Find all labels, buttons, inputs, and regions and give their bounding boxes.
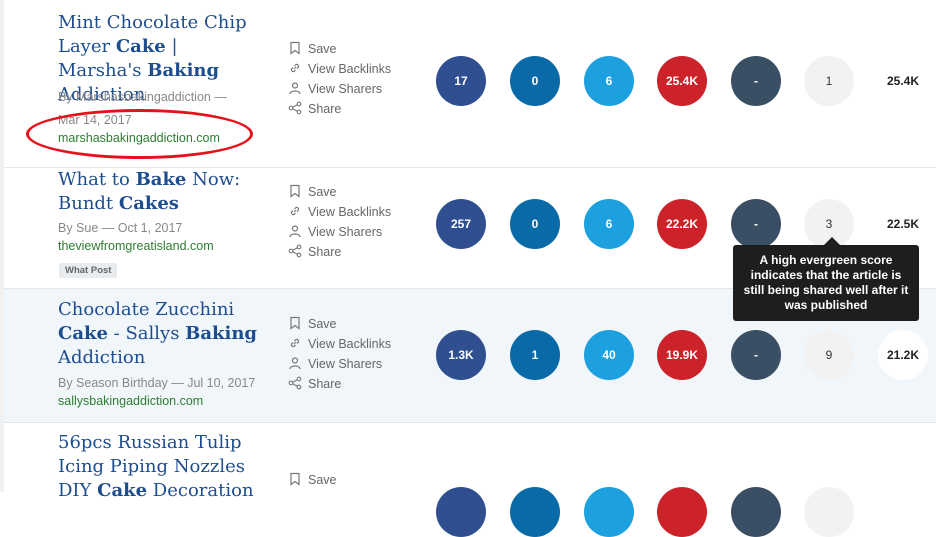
twitter-shares (584, 487, 634, 537)
view-backlinks-button[interactable]: View Backlinks (288, 202, 391, 222)
link-icon (288, 204, 308, 221)
evergreen-score[interactable] (804, 487, 854, 537)
bookmark-icon (288, 472, 308, 489)
article-author-date: By Sue — Oct 1, 2017 (58, 221, 183, 235)
article-domain-link[interactable]: theviewfromgreatisland.com (58, 239, 214, 253)
pinterest-shares: 19.9K (657, 330, 707, 380)
share-button[interactable]: Share (288, 99, 391, 119)
share-icon (288, 244, 308, 261)
view-sharers-button[interactable]: View Sharers (288, 354, 391, 374)
pinterest-shares (657, 487, 707, 537)
bookmark-icon (288, 41, 308, 58)
row-actions: Save View Backlinks View Sharers Share (288, 182, 391, 262)
row-actions: Save View Backlinks View Sharers Share (288, 314, 391, 394)
evergreen-score[interactable]: 1 (804, 56, 854, 106)
share-button[interactable]: Share (288, 374, 391, 394)
user-icon (288, 224, 308, 241)
highlight-annotation-oval (26, 109, 253, 159)
total-engagement: 21.2K (878, 330, 928, 380)
evergreen-tooltip: A high evergreen score indicates that th… (733, 237, 919, 321)
total-engagement: 25.4K (878, 56, 928, 106)
save-button[interactable]: Save (288, 39, 391, 59)
article-title-link[interactable]: Chocolate Zucchini Cake - Sallys Baking … (58, 298, 263, 370)
twitter-shares: 6 (584, 199, 634, 249)
facebook-engagement (436, 487, 486, 537)
row-actions: Save (288, 470, 337, 490)
article-author-date: By Season Birthday — Jul 10, 2017 (58, 376, 256, 390)
share-button[interactable]: Share (288, 242, 391, 262)
article-title-link[interactable]: What to Bake Now: Bundt Cakes (58, 168, 263, 216)
evergreen-score[interactable]: 9 (804, 330, 854, 380)
bookmark-icon (288, 316, 308, 333)
article-author: By Marshasbakingaddiction — (58, 90, 227, 104)
facebook-engagement: 1.3K (436, 330, 486, 380)
save-button[interactable]: Save (288, 314, 391, 334)
reddit-engagement: - (731, 56, 781, 106)
view-sharers-button[interactable]: View Sharers (288, 222, 391, 242)
pinterest-shares: 22.2K (657, 199, 707, 249)
save-button[interactable]: Save (288, 470, 337, 490)
facebook-engagement: 257 (436, 199, 486, 249)
linkedin-shares: 0 (510, 199, 560, 249)
user-icon (288, 81, 308, 98)
linkedin-shares: 0 (510, 56, 560, 106)
share-icon (288, 376, 308, 393)
share-icon (288, 101, 308, 118)
link-icon (288, 61, 308, 78)
view-backlinks-button[interactable]: View Backlinks (288, 59, 391, 79)
what-post-badge[interactable]: What Post (59, 263, 118, 278)
twitter-shares: 40 (584, 330, 634, 380)
linkedin-shares (510, 487, 560, 537)
reddit-engagement: - (731, 330, 781, 380)
facebook-engagement: 17 (436, 56, 486, 106)
user-icon (288, 356, 308, 373)
row-actions: Save View Backlinks View Sharers Share (288, 39, 391, 119)
reddit-engagement: - (731, 199, 781, 249)
pinterest-shares: 25.4K (657, 56, 707, 106)
linkedin-shares: 1 (510, 330, 560, 380)
total-engagement: 22.5K (878, 199, 928, 249)
bookmark-icon (288, 184, 308, 201)
reddit-engagement (731, 487, 781, 537)
article-domain-link[interactable]: sallysbakingaddiction.com (58, 394, 203, 408)
save-button[interactable]: Save (288, 182, 391, 202)
twitter-shares: 6 (584, 56, 634, 106)
article-title-link[interactable]: 56pcs Russian Tulip Icing Piping Nozzles… (58, 431, 263, 503)
view-backlinks-button[interactable]: View Backlinks (288, 334, 391, 354)
result-row-4: 56pcs Russian Tulip Icing Piping Nozzles… (4, 423, 936, 537)
link-icon (288, 336, 308, 353)
view-sharers-button[interactable]: View Sharers (288, 79, 391, 99)
